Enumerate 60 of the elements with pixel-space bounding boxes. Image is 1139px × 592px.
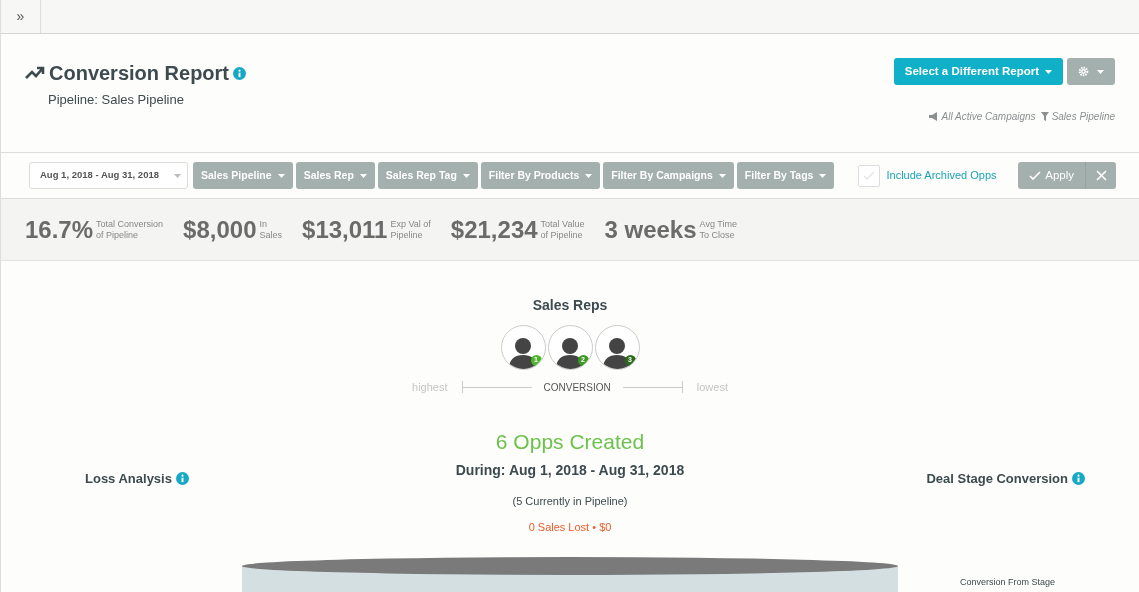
report-title: Conversion Report [49, 61, 230, 86]
stat-value: 16.7% [25, 214, 94, 245]
stat-label: of Pipeline [540, 229, 584, 241]
stat-label: Avg Time [699, 218, 737, 230]
caret-icon [277, 173, 285, 178]
campaign-filter-label: All Active Campaigns [941, 110, 1036, 124]
section-title: Sales Reps [532, 296, 608, 315]
info-icon [233, 66, 247, 80]
caret-icon [462, 173, 470, 178]
stat-label: To Close [699, 229, 736, 241]
filter-icon [1040, 112, 1049, 121]
report-subtitle: Pipeline: Sales Pipeline [48, 91, 185, 109]
filter-dropdown[interactable]: Filter By Campaigns [603, 162, 734, 189]
stat-label: Pipeline [390, 229, 424, 241]
expand-sidebar-button[interactable]: » [1, 0, 41, 33]
settings-icon [1078, 66, 1089, 77]
megaphone-icon [928, 112, 939, 121]
pipeline-filter-label: Sales Pipeline [1051, 110, 1115, 124]
stat-value: $13,011 [302, 214, 388, 245]
filter-dropdown[interactable]: Sales Rep [295, 162, 375, 189]
stat-label: Total Conversion [96, 218, 164, 230]
date-range-dropdown[interactable]: Aug 1, 2018 - Aug 31, 2018 [29, 162, 188, 189]
checkbox-label: Include Archived Opps [886, 168, 997, 184]
info-icon [1072, 472, 1085, 486]
scale-title: CONVERSION [543, 380, 611, 395]
caret-icon [359, 173, 367, 178]
sales-lost-text: 0 Sales Lost • $0 [528, 519, 612, 535]
settings-button[interactable] [1067, 58, 1115, 85]
caret-icon [718, 173, 726, 178]
stat-value: 3 weeks [604, 214, 697, 245]
stat-value: $21,234 [450, 214, 538, 245]
section-title: Loss Analysis [85, 470, 172, 488]
pipeline-count-text: (5 Currently in Pipeline) [512, 494, 628, 509]
info-icon [175, 472, 189, 486]
stat-label: Sales [259, 229, 283, 241]
caret-icon [585, 173, 593, 178]
select-report-button[interactable]: Select a Different Report [893, 58, 1063, 85]
caret-icon [1045, 69, 1052, 74]
period-text: During: Aug 1, 2018 - Aug 31, 2018 [455, 461, 685, 480]
scale-label: lowest [696, 380, 728, 395]
filter-dropdown[interactable]: Filter By Tags [736, 162, 835, 189]
caret-icon [174, 173, 181, 178]
filter-dropdown[interactable]: Sales Pipeline [193, 162, 293, 189]
filter-dropdown[interactable]: Sales Rep Tag [377, 162, 478, 189]
section-title: Deal Stage Conversion [926, 470, 1068, 488]
checkbox[interactable] [858, 164, 881, 187]
stat-value: $8,000 [183, 214, 257, 245]
checkmark-icon [1029, 170, 1042, 181]
stat-label: In [259, 218, 269, 230]
opps-headline: 6 Opps Created [495, 428, 645, 455]
checkmark-icon [863, 170, 876, 181]
stat-label: of Pipeline [96, 229, 140, 241]
stat-label: Total Value [540, 218, 585, 230]
filter-dropdown[interactable]: Filter By Products [480, 162, 601, 189]
caret-icon [1097, 69, 1104, 74]
trending-up-icon [25, 66, 45, 80]
chart-subtitle: Conversion From Stage [959, 577, 1055, 588]
stat-label: Exp Val of [390, 218, 431, 230]
caret-icon [819, 173, 827, 178]
close-icon [1095, 170, 1107, 181]
